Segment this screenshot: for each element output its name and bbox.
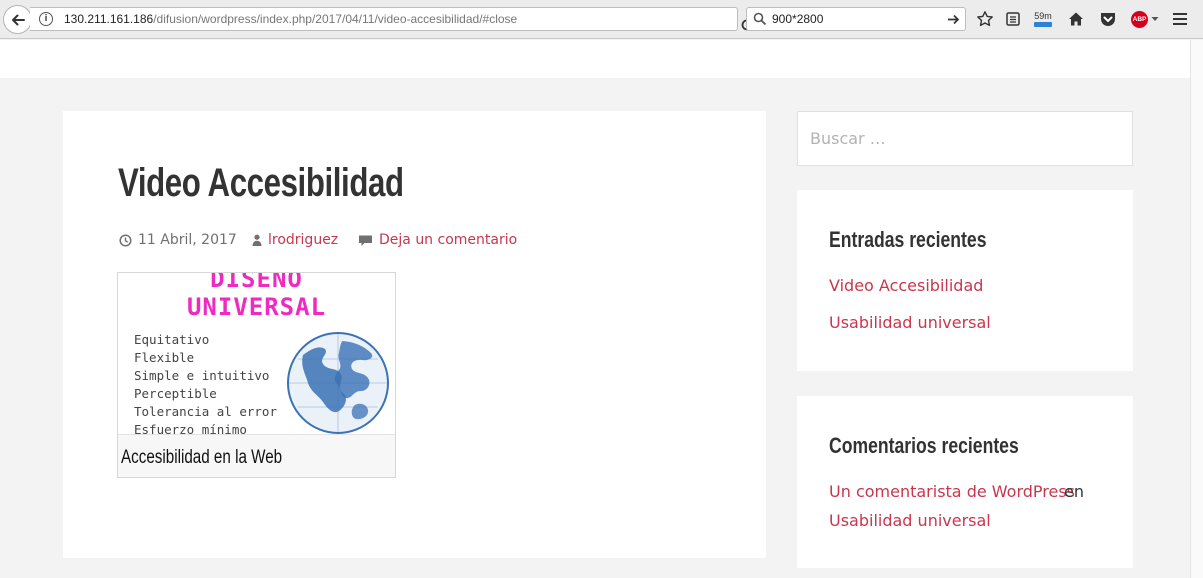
post-date-text: 11 Abril, 2017 <box>138 232 237 248</box>
url-bar[interactable]: i 130.211.161.186/difusion/wordpress/ind… <box>30 7 753 31</box>
user-icon <box>252 234 262 246</box>
search-icon <box>753 12 767 26</box>
comment-post-link[interactable]: Usabilidad universal <box>829 511 991 530</box>
comment-icon <box>359 235 372 246</box>
thumbnail-line: Simple e intuitivo <box>134 368 270 383</box>
thumbnail-line: Tolerancia al error <box>134 404 277 419</box>
post-date[interactable]: 11 Abril, 2017 <box>119 232 237 248</box>
clock-icon <box>119 233 132 247</box>
sidebar-search <box>797 111 1133 166</box>
post-thumbnail[interactable]: DISEÑO UNIVERSAL Equitativo Flexible Sim… <box>117 272 396 478</box>
thumbnail-image[interactable]: DISEÑO UNIVERSAL Equitativo Flexible Sim… <box>118 273 395 434</box>
comment-author-link[interactable]: Un comentarista de WordPress <box>829 482 1075 501</box>
recent-post-link[interactable]: Usabilidad universal <box>829 313 991 332</box>
site-header <box>0 40 1190 78</box>
browser-toolbar: i 130.211.161.186/difusion/wordpress/ind… <box>0 0 1203 39</box>
scrollbar[interactable] <box>1190 40 1203 578</box>
post-author[interactable]: lrodriguez <box>252 232 338 248</box>
post-article: Video Accesibilidad 11 Abril, 2017 lrodr… <box>63 111 766 558</box>
thumbnail-list: Equitativo Flexible Simple e intuitivo P… <box>134 331 277 434</box>
bookmark-star-icon[interactable] <box>975 9 995 29</box>
recent-posts-widget: Entradas recientes Video Accesibilidad U… <box>797 190 1133 371</box>
info-icon[interactable]: i <box>39 12 53 26</box>
browser-search-value[interactable]: 900*2800 <box>772 12 823 26</box>
back-button[interactable] <box>3 5 32 34</box>
adblock-icon: ABP <box>1131 10 1148 28</box>
browser-search-bar[interactable]: 900*2800 <box>746 7 966 31</box>
thumbnail-heading-2: UNIVERSAL <box>186 293 327 321</box>
thumbnail-caption[interactable]: Accesibilidad en la Web <box>118 434 395 477</box>
pocket-icon[interactable] <box>1098 9 1118 29</box>
url-text[interactable]: 130.211.161.186/difusion/wordpress/index… <box>64 12 517 26</box>
thumbnail-line: Flexible <box>134 350 195 365</box>
recent-comments-widget: Comentarios recientes Un comentarista de… <box>797 396 1133 568</box>
thumbnail-line: Equitativo <box>134 332 210 347</box>
time-badge-label: 59m <box>1034 10 1052 21</box>
time-badge[interactable]: 59m <box>1032 9 1054 29</box>
comment-link[interactable]: Deja un comentario <box>379 232 517 248</box>
arrow-left-icon <box>11 14 25 25</box>
search-input[interactable] <box>798 112 1132 165</box>
post-title[interactable]: Video Accesibilidad <box>118 161 404 206</box>
arrow-right-icon[interactable] <box>947 13 960 26</box>
recent-posts-title: Entradas recientes <box>829 227 987 252</box>
reading-list-icon[interactable] <box>1003 9 1023 29</box>
chevron-down-icon <box>1151 17 1159 21</box>
comment-connector: en <box>1064 482 1084 501</box>
post-comments[interactable]: Deja un comentario <box>358 232 517 248</box>
author-link[interactable]: lrodriguez <box>268 232 338 248</box>
recent-comments-title: Comentarios recientes <box>829 433 1019 458</box>
home-icon[interactable] <box>1066 9 1086 29</box>
thumbnail-line: Esfuerzo mínimo <box>134 422 247 434</box>
menu-icon[interactable] <box>1170 9 1190 29</box>
thumbnail-heading-1: DISEÑO <box>210 273 303 293</box>
adblock-button[interactable]: ABP <box>1130 9 1160 29</box>
recent-post-link[interactable]: Video Accesibilidad <box>829 276 983 295</box>
thumbnail-line: Perceptible <box>134 386 217 401</box>
thumbnail-caption-text: Accesibilidad en la Web <box>121 447 283 468</box>
globe-icon <box>287 332 389 434</box>
